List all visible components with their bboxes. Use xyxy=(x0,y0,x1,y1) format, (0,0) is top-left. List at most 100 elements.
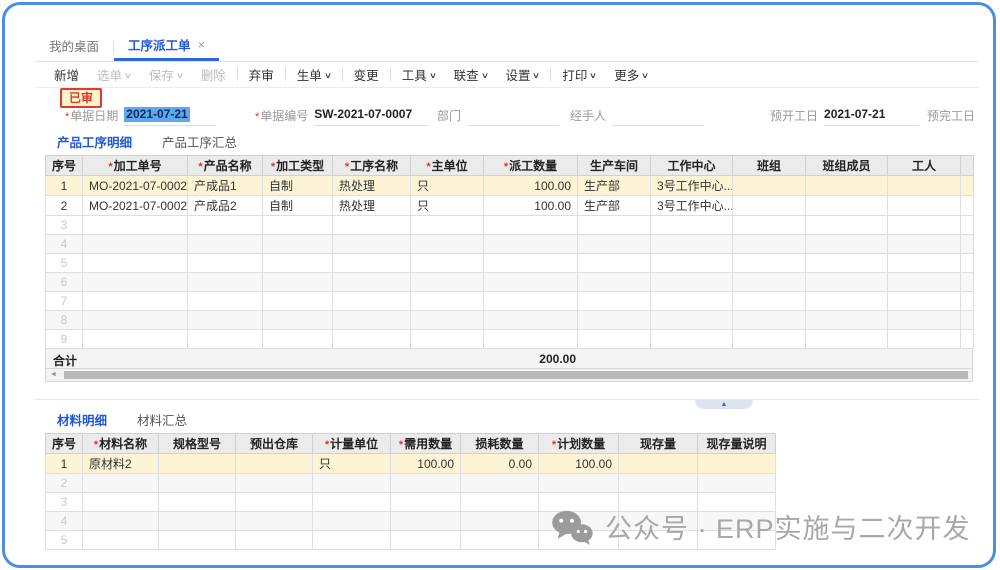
grid-cell[interactable] xyxy=(159,531,236,550)
grid-cell[interactable] xyxy=(733,311,806,330)
grid-cell[interactable] xyxy=(888,254,961,273)
grid-cell[interactable] xyxy=(188,216,263,235)
grid-cell[interactable] xyxy=(461,531,539,550)
grid-cell[interactable] xyxy=(461,512,539,531)
grid-cell[interactable]: MO-2021-07-0002 xyxy=(83,196,188,216)
grid-cell[interactable]: 4 xyxy=(46,512,83,531)
grid-cell[interactable]: 3 xyxy=(46,216,83,235)
grid-cell[interactable]: 100.00 xyxy=(539,454,619,474)
material-tab[interactable]: 材料汇总 xyxy=(125,406,199,436)
grid-cell[interactable] xyxy=(313,531,391,550)
grid-cell[interactable] xyxy=(83,531,159,550)
grid-cell[interactable] xyxy=(733,196,806,216)
grid-cell[interactable] xyxy=(263,235,333,254)
grid-cell[interactable] xyxy=(484,292,578,311)
grid-cell[interactable] xyxy=(651,235,733,254)
grid-cell[interactable] xyxy=(263,254,333,273)
grid-cell[interactable] xyxy=(391,493,461,512)
tab-item[interactable]: 我的桌面 xyxy=(35,31,113,61)
grid-cell[interactable] xyxy=(83,311,188,330)
grid-cell[interactable] xyxy=(313,474,391,493)
grid-cell[interactable]: 产成品2 xyxy=(188,196,263,216)
toolbar-button[interactable]: 新增 xyxy=(45,65,88,84)
grid-cell[interactable] xyxy=(236,531,313,550)
horizontal-scrollbar[interactable]: ◄ xyxy=(45,369,973,382)
field-input[interactable] xyxy=(612,107,704,126)
grid-cell[interactable] xyxy=(188,235,263,254)
grid-cell[interactable] xyxy=(411,216,484,235)
grid-cell[interactable] xyxy=(806,330,888,349)
grid-cell[interactable] xyxy=(806,311,888,330)
grid-cell[interactable] xyxy=(83,493,159,512)
grid-cell[interactable] xyxy=(83,235,188,254)
grid-cell[interactable] xyxy=(159,474,236,493)
grid-cell[interactable] xyxy=(391,474,461,493)
grid-cell[interactable] xyxy=(83,216,188,235)
grid-cell[interactable] xyxy=(733,330,806,349)
grid-cell[interactable]: 7 xyxy=(46,292,83,311)
grid-cell[interactable] xyxy=(83,254,188,273)
grid-cell[interactable] xyxy=(263,292,333,311)
toolbar-button[interactable]: 弃审 xyxy=(240,65,283,84)
grid-cell[interactable] xyxy=(263,311,333,330)
grid-cell[interactable]: 100.00 xyxy=(484,176,578,196)
grid-cell[interactable] xyxy=(411,235,484,254)
grid-cell[interactable] xyxy=(578,311,651,330)
grid-cell[interactable]: 热处理 xyxy=(333,196,411,216)
grid-cell[interactable] xyxy=(313,512,391,531)
close-icon[interactable]: × xyxy=(198,37,206,52)
grid-cell[interactable] xyxy=(539,474,619,493)
grid-cell[interactable] xyxy=(733,235,806,254)
grid-cell[interactable] xyxy=(236,474,313,493)
grid-cell[interactable] xyxy=(651,273,733,292)
scroll-left-arrow-icon[interactable]: ◄ xyxy=(50,371,57,378)
grid-cell[interactable]: 自制 xyxy=(263,176,333,196)
grid-cell[interactable] xyxy=(888,273,961,292)
grid-cell[interactable] xyxy=(698,531,776,550)
grid-cell[interactable]: 产成品1 xyxy=(188,176,263,196)
grid-cell[interactable] xyxy=(391,531,461,550)
grid-cell[interactable]: 生产部 xyxy=(578,176,651,196)
grid-cell[interactable]: 只 xyxy=(411,176,484,196)
grid-cell[interactable] xyxy=(484,330,578,349)
toolbar-button[interactable]: 工具∨ xyxy=(393,65,445,84)
grid-cell[interactable] xyxy=(411,254,484,273)
grid-cell[interactable] xyxy=(578,292,651,311)
grid-cell[interactable]: 5 xyxy=(46,254,83,273)
grid-cell[interactable]: 自制 xyxy=(263,196,333,216)
grid-cell[interactable]: 1 xyxy=(46,454,83,474)
grid-cell[interactable] xyxy=(159,454,236,474)
grid-cell[interactable] xyxy=(806,196,888,216)
scrollbar-thumb[interactable] xyxy=(64,371,968,379)
grid-cell[interactable]: 只 xyxy=(313,454,391,474)
toolbar-button[interactable]: 设置∨ xyxy=(496,65,548,84)
grid-cell[interactable] xyxy=(651,216,733,235)
grid-cell[interactable] xyxy=(733,254,806,273)
grid-cell[interactable] xyxy=(333,235,411,254)
grid-cell[interactable] xyxy=(333,273,411,292)
grid-cell[interactable] xyxy=(806,235,888,254)
grid-cell[interactable] xyxy=(733,292,806,311)
grid-cell[interactable] xyxy=(698,454,776,474)
grid-cell[interactable] xyxy=(651,254,733,273)
grid-cell[interactable]: 3号工作中心... xyxy=(651,176,733,196)
grid-cell[interactable] xyxy=(333,311,411,330)
grid-cell[interactable]: 100.00 xyxy=(391,454,461,474)
field-input[interactable] xyxy=(467,107,559,126)
field-input[interactable]: SW-2021-07-0007 xyxy=(314,107,429,126)
grid-cell[interactable] xyxy=(484,254,578,273)
grid-cell[interactable] xyxy=(651,330,733,349)
grid-cell[interactable]: 100.00 xyxy=(484,196,578,216)
grid-cell[interactable] xyxy=(83,292,188,311)
grid-cell[interactable] xyxy=(188,292,263,311)
grid-cell[interactable] xyxy=(578,235,651,254)
grid-cell[interactable] xyxy=(806,254,888,273)
grid-cell[interactable] xyxy=(733,216,806,235)
panel-splitter[interactable]: ▲ xyxy=(695,400,753,409)
grid-cell[interactable] xyxy=(806,216,888,235)
grid-cell[interactable] xyxy=(236,493,313,512)
grid-cell[interactable] xyxy=(83,512,159,531)
grid-cell[interactable] xyxy=(159,493,236,512)
grid-cell[interactable] xyxy=(698,493,776,512)
grid-cell[interactable]: 6 xyxy=(46,273,83,292)
